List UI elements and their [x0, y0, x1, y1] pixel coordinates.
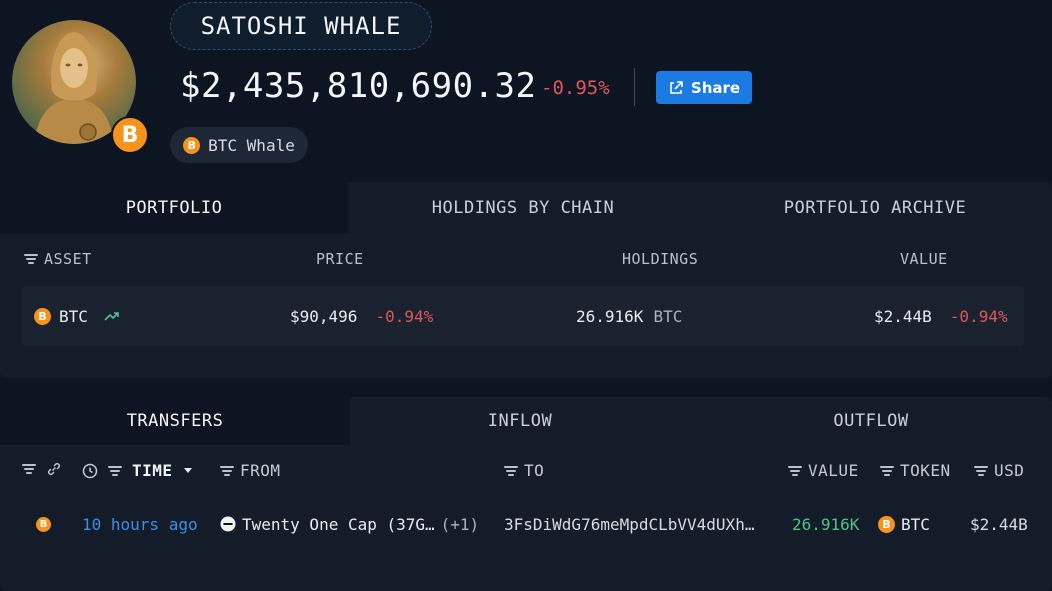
tab-outflow[interactable]: OUTFLOW: [690, 397, 1052, 445]
total-value-change: -0.95%: [541, 77, 610, 99]
tab-transfers[interactable]: TRANSFERS: [0, 397, 350, 445]
filter-icon: [108, 465, 122, 476]
filter-icon: [788, 465, 802, 476]
column-header-asset[interactable]: ASSET: [24, 250, 92, 268]
transfer-from[interactable]: Twenty One Cap (37G… (+1): [220, 509, 479, 539]
asset-price-change: -0.94%: [375, 306, 434, 326]
tab-holdings-by-chain[interactable]: HOLDINGS BY CHAIN: [348, 182, 698, 234]
transfer-tools: [22, 461, 62, 477]
asset-holdings-unit: BTC: [653, 306, 683, 326]
tab-inflow[interactable]: INFLOW: [350, 397, 690, 445]
asset-value: $2.44B: [874, 306, 932, 326]
column-header-time[interactable]: TIME: [82, 461, 193, 480]
asset-symbol: BTC: [59, 306, 88, 326]
tab-portfolio[interactable]: PORTFOLIO: [0, 182, 348, 234]
entity-tag[interactable]: B BTC Whale: [170, 127, 308, 163]
column-header-value[interactable]: VALUE: [900, 250, 948, 268]
portfolio-panel: PORTFOLIO HOLDINGS BY CHAIN PORTFOLIO AR…: [0, 182, 1052, 378]
transfer-tabs: TRANSFERS INFLOW OUTFLOW: [0, 397, 1052, 445]
transfer-to[interactable]: 3FsDiWdG76meMpdCLbVV4dUXh…: [504, 509, 754, 539]
trend-up-icon: [104, 312, 119, 321]
bitcoin-badge-icon: B: [111, 116, 149, 154]
column-header-holdings[interactable]: HOLDINGS: [622, 250, 698, 268]
filter-icon: [220, 465, 234, 476]
transfer-value: 26.916K: [792, 514, 860, 534]
clock-icon: [82, 463, 98, 478]
external-link-icon: [670, 80, 683, 94]
link-icon[interactable]: [46, 461, 62, 477]
filter-icon[interactable]: [22, 464, 36, 474]
header-divider: [634, 68, 635, 106]
bitcoin-icon: B: [878, 515, 895, 533]
column-header-value[interactable]: VALUE: [788, 461, 859, 480]
column-header-token[interactable]: TOKEN: [880, 461, 951, 480]
asset-row-btc[interactable]: B BTC $90,496 -0.94% 26.916K BTC $2.44B …: [22, 286, 1024, 346]
total-portfolio-value: $2,435,810,690.32: [180, 66, 537, 106]
asset-value-change: -0.94%: [949, 306, 1008, 326]
bitcoin-icon: B: [34, 307, 51, 325]
portfolio-tabs: PORTFOLIO HOLDINGS BY CHAIN PORTFOLIO AR…: [0, 182, 1052, 234]
entity-name: SATOSHI WHALE: [170, 2, 432, 50]
column-header-price[interactable]: PRICE: [316, 250, 364, 268]
bitcoin-icon: B: [183, 136, 201, 154]
sort-desc-icon: [183, 467, 192, 473]
column-header-from[interactable]: FROM: [220, 461, 281, 480]
filter-icon: [504, 465, 518, 476]
entity-logo-icon: [220, 516, 236, 532]
filter-icon: [24, 254, 38, 264]
filter-icon: [974, 465, 988, 476]
share-button[interactable]: Share: [656, 71, 752, 104]
tab-portfolio-archive[interactable]: PORTFOLIO ARCHIVE: [698, 182, 1052, 234]
asset-price: $90,496: [290, 306, 358, 326]
transfer-from-extra: (+1): [440, 514, 480, 534]
transfer-row[interactable]: B 10 hours ago Twenty One Cap (37G… (+1)…: [0, 509, 1052, 539]
column-header-usd[interactable]: USD: [974, 461, 1024, 480]
transfer-time[interactable]: 10 hours ago: [82, 509, 198, 539]
transfer-token[interactable]: B BTC: [878, 509, 930, 539]
bitcoin-icon: B: [36, 516, 51, 532]
entity-tag-label: BTC Whale: [208, 135, 295, 155]
transfer-usd: $2.44B: [970, 514, 1028, 534]
asset-holdings: 26.916K: [576, 306, 644, 326]
filter-icon: [880, 465, 894, 476]
share-label: Share: [690, 78, 741, 97]
column-header-to[interactable]: TO: [504, 461, 544, 480]
transfers-panel: TRANSFERS INFLOW OUTFLOW TIME FROM TO VA…: [0, 397, 1052, 591]
